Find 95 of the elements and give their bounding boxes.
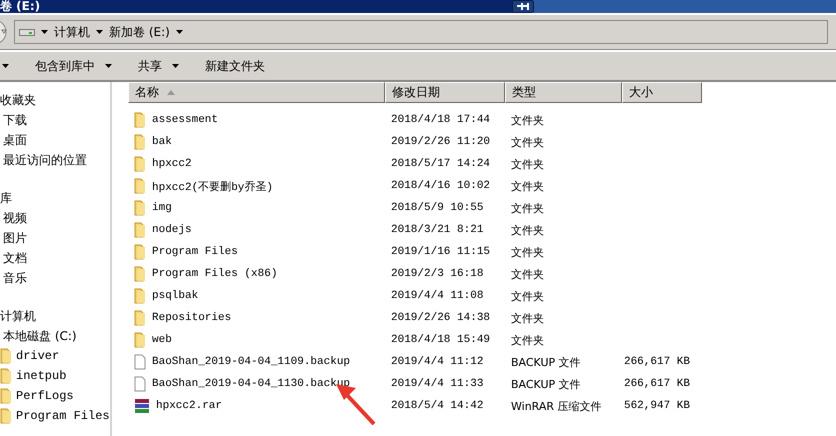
window-title: 卷 (E:): [0, 0, 40, 13]
file-name-cell[interactable]: hpxcc2(不要删by乔圣): [128, 178, 385, 194]
file-name-cell[interactable]: BaoShan_2019-04-04_1130.backup: [128, 376, 385, 392]
type-cell-text: 文件夹: [510, 200, 545, 216]
type-cell-text: 文件夹: [510, 112, 545, 128]
nav-group-label[interactable]: 收藏夹: [0, 90, 110, 110]
folder-icon: [134, 112, 146, 128]
file-name-cell[interactable]: hpxcc2.rar: [128, 398, 385, 414]
caret-icon: [96, 30, 103, 34]
date-cell-text: 2019/2/26 14:38: [390, 312, 492, 324]
nav-item[interactable]: 音乐: [0, 268, 110, 288]
folder-icon: [0, 408, 12, 424]
nav-item[interactable]: 视频: [0, 208, 110, 228]
folder-icon: [134, 156, 146, 172]
type-cell-text: BACKUP 文件: [510, 376, 582, 392]
folder-icon: [134, 288, 146, 304]
file-name-cell[interactable]: nodejs: [128, 222, 385, 238]
folder-icon: [134, 200, 146, 216]
date-cell-text: 2019/4/4 11:33: [390, 378, 484, 390]
folder-icon: [134, 134, 146, 150]
type-cell-text: 文件夹: [510, 156, 545, 172]
nav-item[interactable]: inetpub: [0, 366, 110, 386]
file-name-cell[interactable]: assessment: [128, 112, 385, 128]
archive-icon: [134, 398, 150, 414]
nav-item[interactable]: 最近访问的位置: [0, 150, 110, 170]
file-name-cell[interactable]: img: [128, 200, 385, 216]
column-header[interactable]: 大小: [622, 82, 702, 103]
document-icon: [134, 376, 146, 392]
file-name-cell[interactable]: bak: [128, 134, 385, 150]
nav-group-label[interactable]: 库: [0, 188, 110, 208]
type-cell-text: 文件夹: [510, 266, 545, 282]
file-name-cell[interactable]: Repositories: [128, 310, 385, 326]
toolbar-button[interactable]: 新建文件夹: [203, 58, 267, 74]
column-header[interactable]: 修改日期: [385, 82, 505, 103]
date-cell-text: 2019/1/16 11:15: [390, 246, 492, 258]
folder-icon: [134, 178, 146, 194]
toolbar-button[interactable]: 共享: [136, 58, 181, 74]
file-name-cell[interactable]: Program Files (x86): [128, 266, 385, 282]
file-name-cell[interactable]: psqlbak: [128, 288, 385, 304]
column-header[interactable]: 名称: [128, 82, 385, 103]
caret-icon: [41, 30, 48, 34]
nav-item[interactable]: driver: [0, 346, 110, 366]
date-cell-text: 2019/4/4 11:12: [390, 356, 484, 368]
address-bar[interactable]: 计算机 新加卷 (E:): [14, 20, 828, 44]
date-cell-text: 2018/3/21 8:21: [390, 224, 484, 236]
date-cell-text: 2018/4/18 17:44: [390, 114, 492, 126]
folder-icon: [0, 368, 12, 384]
date-cell-text: 2019/4/4 11:08: [390, 290, 484, 302]
address-segment[interactable]: 新加卷 (E:): [109, 24, 170, 40]
caret-icon: [176, 30, 183, 34]
type-cell-text: 文件夹: [510, 332, 545, 348]
size-cell-text: 562,947 KB: [622, 400, 691, 412]
type-cell-text: 文件夹: [510, 222, 545, 238]
type-cell-text: 文件夹: [510, 310, 545, 326]
type-cell-text: WinRAR 压缩文件: [510, 398, 603, 414]
nav-item[interactable]: 文档: [0, 248, 110, 268]
date-cell-text: 2019/2/3 16:18: [390, 268, 484, 280]
pin-icon[interactable]: [512, 0, 534, 13]
type-cell-text: 文件夹: [510, 244, 545, 260]
folder-icon: [134, 244, 146, 260]
folder-icon: [134, 310, 146, 326]
nav-item[interactable]: PerfLogs: [0, 386, 110, 406]
nav-item[interactable]: 下载: [0, 110, 110, 130]
folder-icon: [134, 266, 146, 282]
date-cell-text: 2018/4/16 10:02: [390, 180, 492, 192]
file-name-cell[interactable]: BaoShan_2019-04-04_1109.backup: [128, 354, 385, 370]
file-name-cell[interactable]: hpxcc2: [128, 156, 385, 172]
dropdown-button[interactable]: [0, 64, 11, 68]
toolbar-button[interactable]: 包含到库中: [33, 58, 114, 74]
type-cell-text: BACKUP 文件: [510, 354, 582, 370]
date-cell-text: 2018/4/18 15:49: [390, 334, 492, 346]
type-cell-text: 文件夹: [510, 288, 545, 304]
nav-item[interactable]: 本地磁盘 (C:): [0, 326, 110, 346]
date-cell-text: 2019/2/26 11:20: [390, 136, 492, 148]
type-cell-text: 文件夹: [510, 134, 545, 150]
file-name-cell[interactable]: Program Files: [128, 244, 385, 260]
folder-icon: [0, 348, 12, 364]
nav-group-label[interactable]: 计算机: [0, 306, 110, 326]
nav-item[interactable]: Program Files: [0, 406, 110, 426]
file-name-cell[interactable]: web: [128, 332, 385, 348]
document-icon: [134, 354, 146, 370]
date-cell-text: 2018/5/9 10:55: [390, 202, 484, 214]
type-cell-text: 文件夹: [510, 178, 545, 194]
size-cell-text: 266,617 KB: [622, 356, 691, 368]
nav-item[interactable]: 图片: [0, 228, 110, 248]
folder-icon: [0, 388, 12, 404]
column-header[interactable]: 类型: [505, 82, 622, 103]
folder-icon: [134, 222, 146, 238]
drive-icon: [19, 27, 35, 37]
folder-icon: [134, 332, 146, 348]
date-cell-text: 2018/5/17 14:24: [390, 158, 492, 170]
date-cell-text: 2018/5/4 14:42: [390, 400, 484, 412]
nav-item[interactable]: 桌面: [0, 130, 110, 150]
address-segment[interactable]: 计算机: [54, 24, 90, 40]
size-cell-text: 266,617 KB: [622, 378, 691, 390]
